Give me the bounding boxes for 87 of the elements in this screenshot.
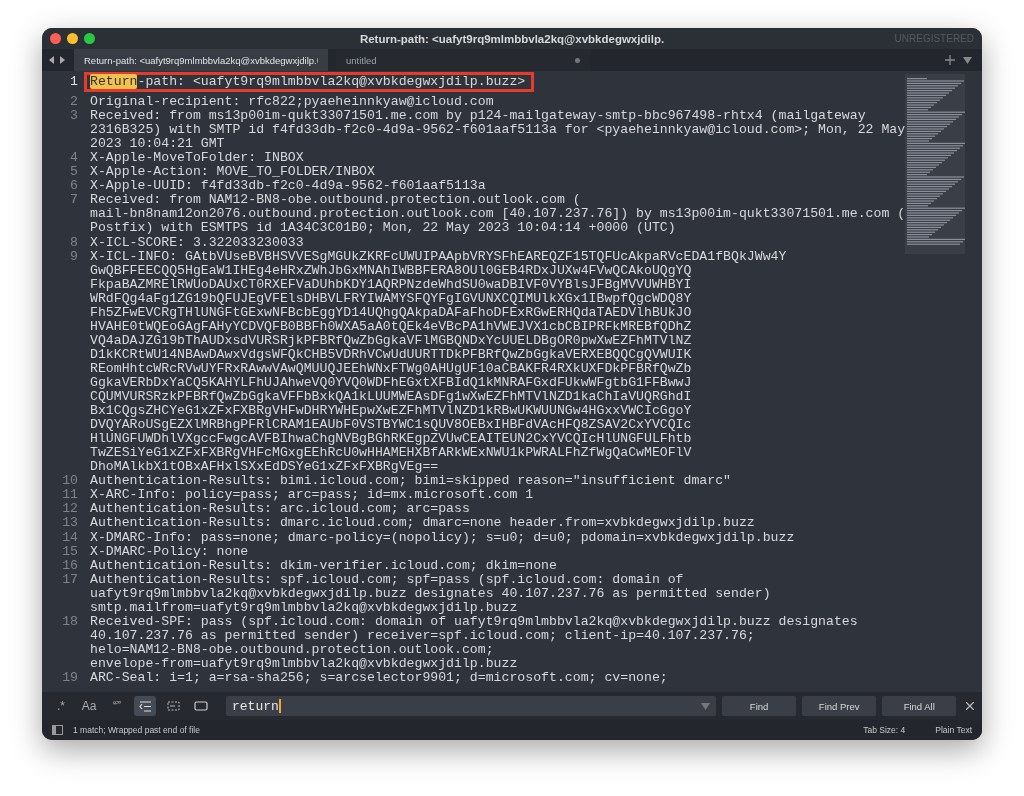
code-line: Authentication-Results: dkim-verifier.icloud.com; dkim=none: [90, 558, 557, 573]
close-icon[interactable]: [50, 33, 61, 44]
sidebar-icon[interactable]: [52, 725, 63, 735]
line-number: 16: [61, 558, 78, 573]
code-line: mail-bn8nam12on2076.outbound.protection.outlook.com [40.107.237.76]) by ms13p00im-qukt33071501.me.com (: [90, 207, 906, 222]
code-line: FkpaBAZMRElRWUoDAUxCT0RXEFVaDUhbKDY1AQRPNzdeWhdSU0waDBIVF0VYBlsJFBgMVVUWHBYI: [90, 277, 692, 292]
code-line: X-Apple-Action: MOVE_TO_FOLDER/INBOX: [90, 165, 375, 180]
syntax-indicator[interactable]: Plain Text: [935, 725, 972, 735]
line-number: 8: [69, 235, 78, 250]
line-number: 3: [69, 109, 78, 124]
line-number: 10: [61, 474, 78, 489]
code-line: TwZESiYeG1xZFxFXBRgVHFcMGxgEEhRcU0wHHAMEHXBfARkWExNWU1kPWRALFhZfWgQaCwMEOFlV: [90, 446, 692, 461]
code-line: smtp.mailfrom=uafyt9rq9mlmbbvla2kq@xvbkdegwxjdilp.buzz: [90, 600, 518, 615]
code-line: Received: from ms13p00im-qukt33071501.me.com by p124-mailgateway-smtp-bbc967498-rhtx4 (mailgateway: [90, 109, 866, 124]
code-line: X-Apple-UUID: f4fd33db-f2c0-4d9a-9562-f601aaf5113a: [90, 179, 486, 194]
highlight-icon: [194, 701, 208, 711]
word-toggle[interactable]: “”: [106, 696, 128, 716]
code-line: VQ4aDAJZG19bThAUDxsdVURSRjkPFBRfQwZbGgkaVFlMGBQNDxYcUUELDBgOR0pwXwEZFhMTVlNZ: [90, 333, 692, 348]
code-line: DhoMAlkbX1tOBxAFHxlSXxEdDSYeG1xZFxFXBRgVEg==: [90, 460, 439, 475]
wrap-toggle[interactable]: [134, 696, 156, 716]
wrap-icon: [138, 700, 152, 712]
case-toggle[interactable]: Aa: [78, 696, 100, 716]
code-line: Received: from NAM12-BN8-obe.outbound.protection.outlook.com (: [90, 193, 581, 208]
code-line: envelope-from=uafyt9rq9mlmbbvla2kq@xvbkdegwxjdilp.buzz: [90, 656, 518, 671]
selection-icon: [166, 701, 180, 711]
file-tab[interactable]: Return-path: <uafyt9rq9mlmbbvla2kq@xvbkdegwxjdilp.: [74, 49, 328, 71]
line-number: 4: [69, 151, 78, 166]
line-number: 14: [61, 530, 78, 545]
code-line: GwQBFFEECQQ5HgEaW1IHEg4eHRxZWhJbGxMNAhIWBBFERA8OUl0GEB4RDxJUXw4FVwQCAkoUQgYQ: [90, 263, 692, 278]
navigation-arrows-icon[interactable]: [48, 55, 66, 65]
code-line: CQUMVURSRzkPFBRfQwZbGgkaVFFbBxkQA1kLUUMWEAsDFg1wXwEZFhMTVlNZD1kaChIaVUQRGhdI: [90, 390, 692, 405]
tab-size-indicator[interactable]: Tab Size: 4: [863, 725, 906, 735]
line-number: 7: [69, 193, 78, 208]
code-line: X-ARC-Info: policy=pass; arc=pass; id=mx.microsoft.com 1: [90, 488, 534, 503]
maximize-icon[interactable]: [84, 33, 95, 44]
line-number: 15: [61, 544, 78, 559]
dropdown-icon[interactable]: [963, 56, 972, 64]
code-line: Original-recipient: rfc822;pyaeheinnkyaw@icloud.com: [90, 95, 494, 110]
code-line: Authentication-Results: arc.icloud.com; arc=pass: [90, 502, 470, 517]
find-button[interactable]: Find All: [882, 696, 957, 716]
line-number: 18: [61, 614, 78, 629]
code-line: Authentication-Results: bimi.icloud.com; bimi=skipped reason="insufficient dmarc": [90, 474, 732, 489]
line-number: 1: [69, 75, 78, 91]
line-number: 9: [69, 249, 78, 264]
code-line: 2023 10:04:21 GMT: [90, 137, 225, 152]
line-number: 6: [69, 179, 78, 194]
find-button[interactable]: Find Prev: [802, 696, 877, 716]
code-line: Bx1CQgsZHCYeG1xZFxFXBRgVHFwDHRYWHEpwXwEZFhMTVlNZD1kRBwUKWUUNGw4HGxxVWCIcGgoY: [90, 404, 692, 419]
line-number: 12: [61, 502, 78, 517]
code-line: -path: <uafyt9rq9mlmbbvla2kq@xvbkdegwxjdilp.buzz>: [137, 74, 526, 89]
regex-toggle[interactable]: .*: [50, 696, 72, 716]
code-line: Fh5ZFwEVCRgTHlUNGFtGExwNFBcbEggYD14UQhgQAkpaDAFaFhoDFExRGwERHQdaTAEDVlhBUkJO: [90, 305, 692, 320]
line-number: 2: [69, 95, 78, 110]
code-line: 40.107.237.76 as permitted sender) receiver=spf.icloud.com; client-ip=40.107.237.76;: [90, 628, 755, 643]
code-line: uafyt9rq9mlmbbvla2kq@xvbkdegwxjdilp.buzz designates 40.107.237.76 as permitted sender): [90, 586, 771, 601]
line-number: 13: [61, 516, 78, 531]
code-line: HlUNGFUWDhlVXgccFwgcAVFBIhwaChgNVBgBGhRKEgpZVUwCEAITEUN2CxYVCQIcHlUNGFULFhtb: [90, 432, 692, 447]
code-line: REomHhtcWRcRVwUYFRxRAwwVAwQMUUQJEEhWNxFTWg0AHUgUF10aCBAKFR4RXkUXFDkPFBRfQwZb: [90, 361, 692, 376]
code-line: D1kKCRtWU14NBAwDAwxVdgsWFQkCHB5VDRhVCwUdUURTTDkPFBRfQwZbGgkaVERXEBQQCgQVWUIK: [90, 347, 692, 362]
minimize-icon[interactable]: [67, 33, 78, 44]
search-field[interactable]: return: [226, 696, 717, 716]
search-match: Return: [90, 74, 138, 89]
code-line: X-ICL-INFO: GAtbVUseBVBHSVVESgMGUkZKRFcUWUIPAApbVRYSFhEAREQZF15TQFUcAkpaRVcEDA1fBQkJWw4Y: [90, 249, 787, 264]
code-line: GgkaVERbDxYaCQ5KAHYLFhUJAhweVQ0YVQ0WDFhEGxtXFBIdQ1kMNRAFGxdFUkwWFgtbG1FFBwwJ: [90, 376, 692, 391]
close-icon[interactable]: [966, 702, 974, 710]
line-number: 17: [61, 572, 78, 587]
line-number: 5: [69, 165, 78, 180]
window-title: Return-path: <uafyt9rq9mlmbbvla2kq@xvbkdegwxjdilp.: [359, 32, 665, 45]
code-line: DVQYARoUSgEZXlMRBhgPFRlCRAM1EAUbF0VSTBYWC1sQUV8OEBxIHBFdVAcHFQ8ZSAV2CxYVCQIc: [90, 418, 692, 433]
code-line: HVAHE0tWQEoGAgFAHyYCDVQFB0BBFh0WXA5aA0tQEk4eVBcPA1hVWEJVX1cbCBIPRFkMREBfQDhZ: [90, 319, 692, 334]
code-line: ARC-Seal: i=1; a=rsa-sha256; s=arcselector9901; d=microsoft.com; cv=none;: [90, 670, 668, 685]
code-line: Received-SPF: pass (spf.icloud.com: domain of uafyt9rq9mlmbbvla2kq@xvbkdegwxjdilp.buzz designates: [90, 614, 858, 629]
status-message: 1 match; Wrapped past end of file: [73, 725, 200, 735]
code-line: Authentication-Results: dmarc.icloud.com; dmarc=none header.from=xvbkdegwxjdilp.buzz: [90, 516, 755, 531]
code-line: Authentication-Results: spf.icloud.com; spf=pass (spf.icloud.com: domain of: [90, 572, 684, 587]
plus-icon[interactable]: [945, 55, 955, 65]
code-line: WRdFQg4aFg1ZG19bQFUJEgVFElsDHBVLFRYIWAMYSFQYFgIGVUNXCQIMUlkXGx1IBwpfQgcWDQ8Y: [90, 291, 692, 306]
code-line: Postfix) with ESMTPS id 1A34C3C01B0; Mon, 22 May 2023 10:04:14 +0000 (UTC): [90, 221, 676, 236]
code-line: X-DMARC-Policy: none: [90, 544, 249, 559]
code-line: X-Apple-MoveToFolder: INBOX: [90, 151, 304, 166]
code-line: 2316B325) with SMTP id f4fd33db-f2c0-4d9a-9562-f601aaf5113a for <pyaeheinnkyaw@icloud.com>; Mon, 22 May: [90, 123, 906, 138]
code-line: X-DMARC-Info: pass=none; dmarc-policy=(nopolicy); s=u0; d=u0; pdomain=xvbkdegwxjdilp.buzz: [90, 530, 795, 545]
line-number: 19: [61, 670, 78, 685]
code-line: helo=NAM12-BN8-obe.outbound.protection.outlook.com;: [90, 642, 494, 657]
code-line: X-ICL-SCORE: 3.322033230033: [90, 235, 304, 250]
line-number: 11: [61, 488, 78, 503]
find-button[interactable]: Find: [722, 696, 797, 716]
